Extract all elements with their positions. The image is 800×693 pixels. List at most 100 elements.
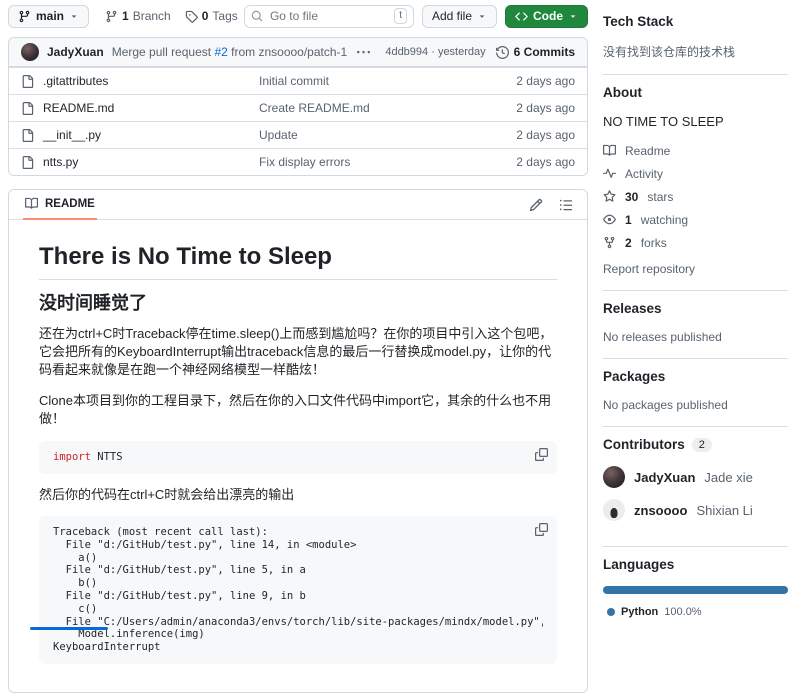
packages-empty-text: No packages published [603,398,788,412]
repo-forked-icon [603,236,616,249]
toolbar-actions: t Add file Code [244,5,588,28]
add-file-button[interactable]: Add file [422,5,497,28]
go-to-file-search[interactable]: t [244,5,414,28]
commits-count-label: 6 Commits [514,45,575,59]
watching-link[interactable]: 1 watching [603,208,788,231]
language-percent: 100.0% [664,606,701,618]
activity-link[interactable]: Activity [603,162,788,185]
contributors-title-label: Contributors [603,437,685,452]
branch-selector-label: main [36,9,64,23]
readme-paragraph: 然后你的代码在ctrl+C时就会给出漂亮的输出 [39,486,557,504]
branches-link[interactable]: 1 Branch [105,9,171,23]
book-icon [25,197,38,210]
language-bar[interactable] [603,586,788,594]
commit-message-suffix: from znsoooo/patch-1 [228,45,347,59]
commit-hash[interactable]: 4ddb994 · yesterday [385,46,485,58]
copy-icon [535,448,548,461]
contributor-fullname: Jade xie [704,470,752,485]
copy-icon [535,523,548,536]
file-age: 2 days ago [516,155,575,169]
file-commit-message[interactable]: Update [259,128,504,142]
report-repository-link[interactable]: Report repository [603,262,695,276]
chevron-down-icon [568,11,578,21]
contributor-username[interactable]: znsoooo [634,503,687,518]
search-input[interactable] [268,8,389,24]
file-age: 2 days ago [516,101,575,115]
releases-title: Releases [603,301,788,316]
commit-message[interactable]: Merge pull request #2 from znsoooo/patch… [112,45,348,59]
file-commit-message[interactable]: Create README.md [259,101,504,115]
contributors-count-badge: 2 [692,438,712,452]
tech-stack-section: Tech Stack 没有找到该仓库的技术栈 [603,4,788,74]
file-name-cell: .gitattributes [21,74,259,88]
code-text: NTTS [91,451,123,463]
readme-body: There is No Time to Sleep 没时间睡觉了 还在为ctrl… [9,220,587,692]
file-age: 2 days ago [516,74,575,88]
star-icon [603,190,616,203]
tags-link[interactable]: 0 Tags [185,9,238,23]
forks-count: 2 [625,236,632,250]
file-name-link[interactable]: __init__.py [43,128,101,142]
file-name-link[interactable]: ntts.py [43,155,78,169]
table-row[interactable]: README.md Create README.md 2 days ago [9,94,587,121]
edit-readme-button[interactable] [529,198,543,212]
tags-label: Tags [212,9,237,23]
latest-commit-bar: JadyXuan Merge pull request #2 from znso… [9,38,587,67]
branch-tag-stats: 1 Branch 0 Tags [105,9,238,23]
contributors-section: Contributors 2 JadyXuan Jade xie znsoooo… [603,426,788,546]
file-name-cell: README.md [21,101,259,115]
file-age: 2 days ago [516,128,575,142]
table-row[interactable]: .gitattributes Initial commit 2 days ago [9,67,587,94]
pr-number-link[interactable]: #2 [214,45,227,59]
file-commit-message[interactable]: Fix display errors [259,155,504,169]
code-icon [515,10,528,23]
tech-stack-title: Tech Stack [603,14,788,29]
table-row[interactable]: ntts.py Fix display errors 2 days ago [9,148,587,175]
copy-code-button[interactable] [535,523,548,536]
file-name-link[interactable]: .gitattributes [43,74,108,88]
contributor-username[interactable]: JadyXuan [634,470,695,485]
list-item[interactable]: znsoooo Shixian Li [603,499,788,521]
file-commit-message[interactable]: Initial commit [259,74,504,88]
chevron-down-icon [69,11,79,21]
git-branch-icon [105,10,118,23]
file-name-link[interactable]: README.md [43,101,114,115]
page: main 1 Branch 0 Tag [0,0,800,693]
contributors-title: Contributors 2 [603,437,788,452]
language-color-dot [607,608,615,616]
kebab-menu-icon[interactable] [357,46,370,59]
search-icon [251,10,263,22]
pencil-icon [529,198,543,212]
packages-title: Packages [603,369,788,384]
tab-readme[interactable]: README [23,190,97,220]
stars-link[interactable]: 30 stars [603,185,788,208]
file-name-cell: __init__.py [21,128,259,142]
table-row[interactable]: __init__.py Update 2 days ago [9,121,587,148]
file-icon [21,102,34,115]
pulse-icon [603,167,616,180]
copy-code-button[interactable] [535,448,548,461]
code-button[interactable]: Code [505,5,588,28]
languages-title: Languages [603,557,788,572]
language-item[interactable]: Python 100.0% [603,606,788,618]
code-block-traceback: Traceback (most recent call last): File … [39,516,557,664]
list-item[interactable]: JadyXuan Jade xie [603,466,788,488]
file-icon [21,75,34,88]
language-name: Python [621,606,658,618]
page-title: There is No Time to Sleep [39,242,557,280]
releases-empty-text: No releases published [603,330,788,344]
readme-link[interactable]: Readme [603,139,788,162]
about-item-label: Activity [625,167,663,181]
avatar[interactable] [21,43,39,61]
avatar[interactable] [603,499,625,521]
commit-author-link[interactable]: JadyXuan [47,45,104,59]
tags-count: 0 [202,9,209,23]
forks-link[interactable]: 2 forks [603,231,788,254]
outline-button[interactable] [559,198,573,212]
code-snippet: import NTTS [53,451,543,464]
avatar[interactable] [603,466,625,488]
branch-selector-button[interactable]: main [8,5,89,28]
book-icon [603,144,616,157]
commit-history-link[interactable]: 6 Commits [496,45,575,59]
add-file-label: Add file [432,9,472,23]
